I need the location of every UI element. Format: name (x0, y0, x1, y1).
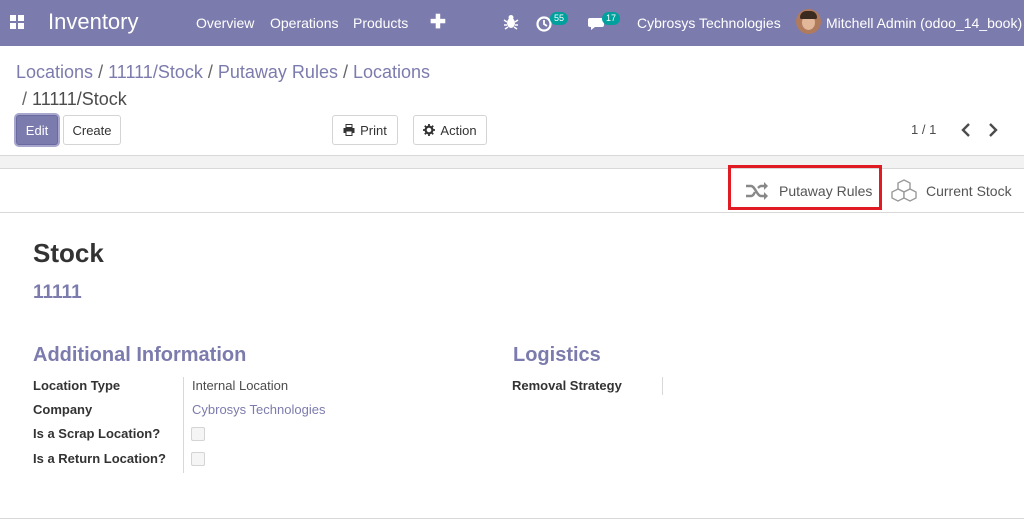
menu-products[interactable]: Products (353, 15, 408, 31)
user-name: Mitchell Admin (odoo_14_book) (826, 15, 1023, 31)
current-stock-button[interactable]: Current Stock (890, 169, 1012, 213)
create-button[interactable]: Create (63, 115, 121, 145)
gear-icon (423, 124, 436, 136)
company-switcher[interactable]: Cybrosys Technologies (637, 15, 781, 31)
print-button[interactable]: Print (332, 115, 398, 145)
apps-menu-icon[interactable] (10, 15, 24, 29)
messages-chat-icon[interactable]: 17 (588, 12, 624, 34)
debug-bug-icon[interactable] (503, 14, 519, 30)
breadcrumb-stock[interactable]: 11111/Stock (108, 62, 203, 82)
return-location-label: Is a Return Location? (33, 451, 166, 466)
breadcrumb: Locations / 11111/Stock / Putaway Rules … (16, 62, 431, 109)
print-label: Print (360, 122, 387, 138)
return-location-checkbox[interactable] (191, 452, 205, 466)
user-avatar (796, 9, 821, 34)
print-icon (343, 124, 355, 136)
chevron-left-icon[interactable] (959, 121, 973, 139)
activity-count-badge: 55 (550, 12, 569, 25)
pager-value[interactable]: 1 / 1 (911, 122, 936, 137)
parent-location[interactable]: 11111 (33, 282, 82, 304)
scrap-location-label: Is a Scrap Location? (33, 426, 161, 441)
record-title: Stock (33, 238, 104, 268)
removal-strategy-label: Removal Strategy (512, 378, 622, 393)
company-label: Company (33, 402, 93, 417)
breadcrumb-locations[interactable]: Locations (16, 62, 93, 82)
scrap-location-checkbox[interactable] (191, 427, 205, 441)
location-type-label: Location Type (33, 378, 121, 393)
menu-operations[interactable]: Operations (270, 15, 338, 31)
top-navbar: Inventory Overview Operations Products ✚… (0, 0, 1024, 46)
breadcrumb-putaway-rules[interactable]: Putaway Rules (218, 62, 338, 82)
location-type-value: Internal Location (192, 378, 289, 393)
field-separator-logistics (662, 377, 663, 395)
current-stock-label: Current Stock (926, 183, 1012, 199)
highlight-annotation-box (728, 165, 882, 210)
sheet-bottom-divider (0, 518, 1024, 519)
message-count-badge: 17 (602, 12, 621, 25)
field-separator (183, 377, 184, 473)
app-title[interactable]: Inventory (48, 9, 139, 35)
company-link[interactable]: Cybrosys Technologies (192, 402, 325, 417)
breadcrumb-locations-2[interactable]: Locations (353, 62, 430, 82)
breadcrumb-current: 11111/Stock (32, 89, 127, 109)
menu-overview[interactable]: Overview (196, 15, 254, 31)
action-label: Action (440, 122, 477, 138)
cubes-icon (891, 179, 917, 202)
chevron-right-icon[interactable] (986, 121, 1000, 139)
plus-icon[interactable]: ✚ (430, 11, 446, 34)
additional-information-heading: Additional Information (33, 344, 247, 366)
edit-button[interactable]: Edit (16, 115, 58, 145)
logistics-heading: Logistics (513, 344, 601, 366)
activity-clock-icon[interactable]: 55 (536, 12, 570, 34)
action-button[interactable]: Action (413, 115, 487, 145)
